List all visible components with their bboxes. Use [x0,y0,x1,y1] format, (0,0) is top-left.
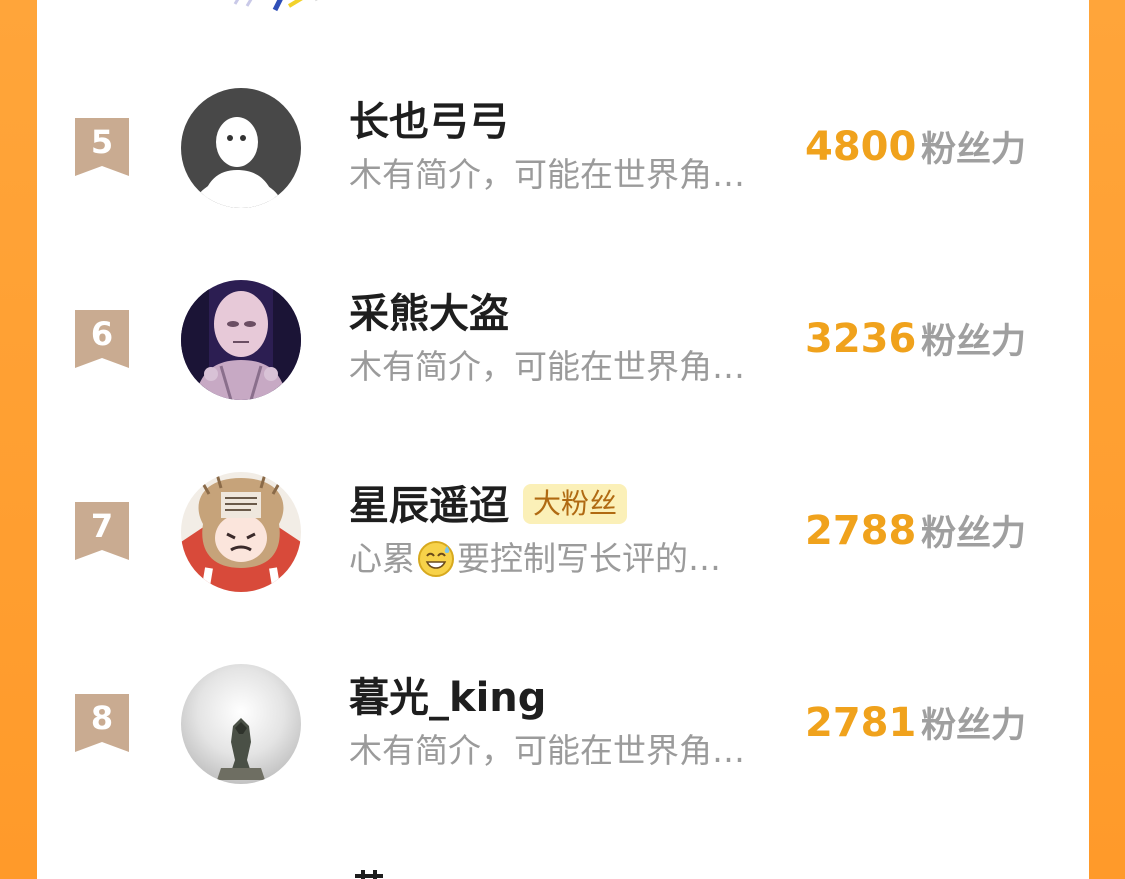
fan-power-unit: 粉丝力 [921,706,1027,746]
ranking-row[interactable]: 5 长也弓弓 木有简介，可能在世界角… 4800 粉丝力 [37,88,1089,208]
fan-power-unit: 粉丝力 [921,130,1027,170]
rank-ribbon: 8 [75,694,129,752]
user-bio: 木有简介，可能在世界角… [349,731,745,770]
username[interactable]: 星辰遥迢 大粉丝 [349,482,628,530]
rank-number: 5 [90,123,114,161]
rank-ribbon: 7 [75,502,129,560]
rank-number: 7 [90,507,114,545]
sweat-smile-emoji-icon [418,541,454,577]
user-bio: 木有简介，可能在世界角… [349,347,745,386]
rank-ribbon: 6 [75,310,129,368]
rank-number: 6 [90,315,114,353]
user-avatar[interactable] [181,88,301,208]
rank-number: 8 [90,699,114,737]
username[interactable]: 长也弓弓 [349,98,509,146]
next-row-fragment [355,870,383,879]
username-text[interactable]: 星辰遥迢 [349,483,509,529]
ranking-row[interactable]: 7 星辰遥迢 大粉丝 心累 要控制写长评的… 2788 粉丝力 [37,472,1089,592]
fan-power-score: 3236 [805,316,917,362]
ranking-row[interactable]: 6 采熊大盗 木有简介，可能在世界角… 3236 粉丝力 [37,280,1089,400]
rank-ribbon: 5 [75,118,129,176]
bio-text-start: 心累 [349,539,415,578]
fan-power-score: 2781 [805,700,917,746]
big-fan-badge: 大粉丝 [523,484,628,524]
user-avatar[interactable] [181,280,301,400]
fan-power-unit: 粉丝力 [921,514,1027,554]
ranking-panel: 5 长也弓弓 木有简介，可能在世界角… 4800 粉丝力 6 采熊大盗 木有简介… [37,0,1089,879]
fan-power-score: 2788 [805,508,917,554]
ranking-row[interactable]: 8 暮光_king 木有简介，可能在世界角… 2781 粉丝力 [37,664,1089,784]
user-avatar[interactable] [181,664,301,784]
user-bio: 心累 要控制写长评的… [349,538,721,580]
fan-power-unit: 粉丝力 [921,322,1027,362]
fan-power-score: 4800 [805,124,917,170]
bio-text-end: 要控制写长评的… [457,539,721,578]
user-avatar[interactable] [181,472,301,592]
username[interactable]: 暮光_king [349,674,546,722]
previous-avatar-fragment [233,0,318,12]
username[interactable]: 采熊大盗 [349,290,509,338]
user-bio: 木有简介，可能在世界角… [349,155,745,194]
